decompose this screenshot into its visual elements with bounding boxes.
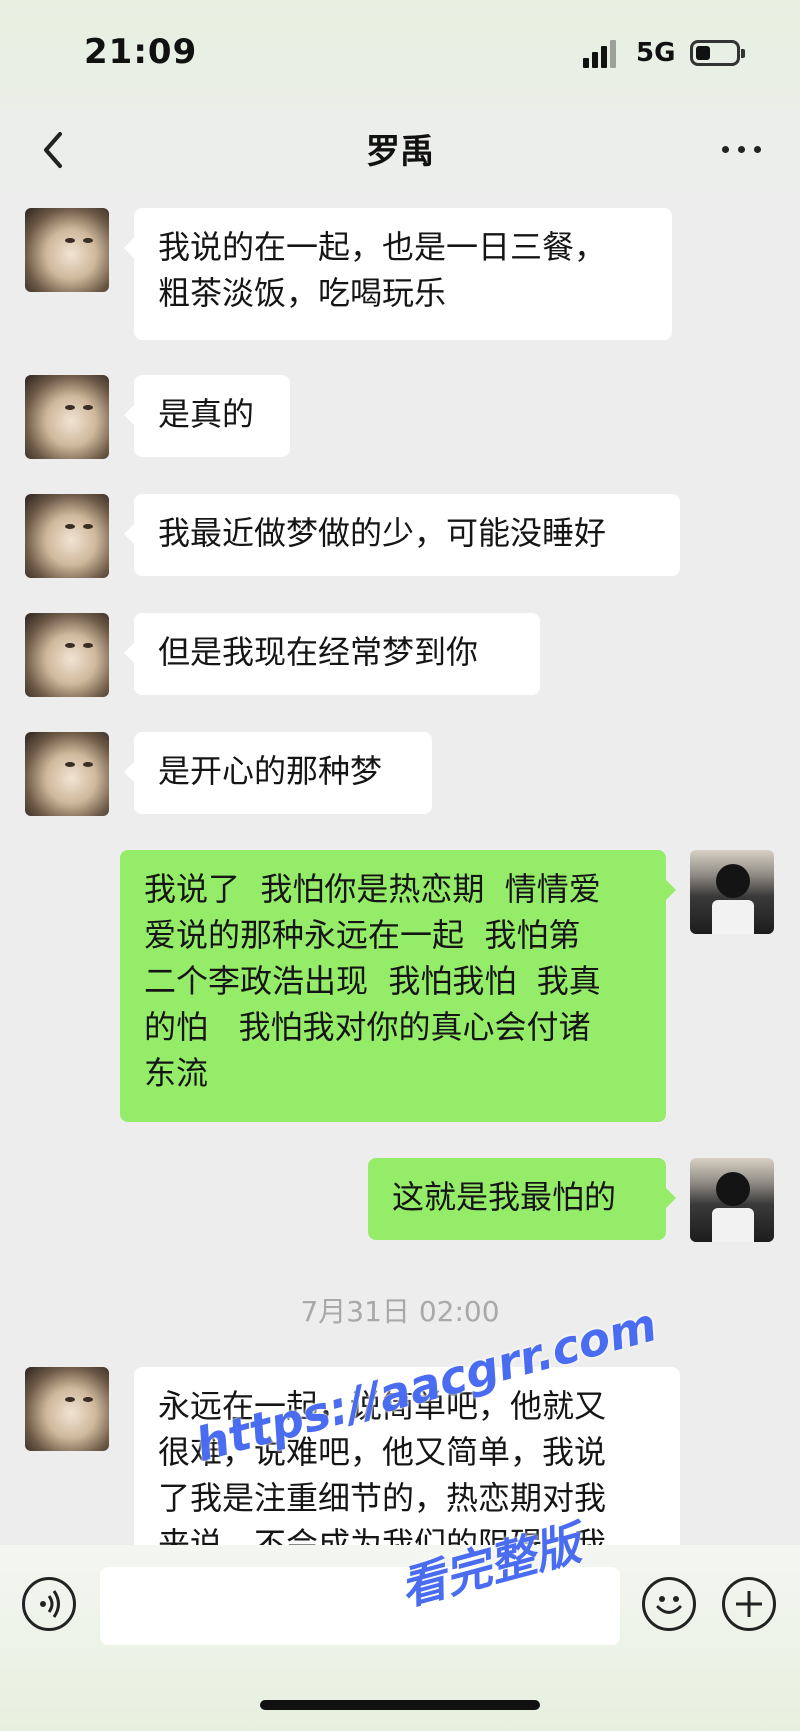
chat-title: 罗禹 — [366, 132, 434, 172]
message-bubble[interactable]: 我最近做梦做的少，可能没睡好 — [124, 494, 680, 576]
status-time: 21:09 — [84, 32, 198, 72]
contact-avatar[interactable] — [25, 1367, 109, 1451]
message-bubble[interactable]: 是开心的那种梦 — [124, 732, 432, 814]
contact-avatar[interactable] — [25, 732, 109, 816]
message-bubble[interactable]: 但是我现在经常梦到你 — [124, 613, 540, 695]
user-avatar[interactable] — [690, 850, 774, 934]
message-bubble[interactable]: 这就是我最怕的 — [368, 1158, 676, 1240]
contact-avatar[interactable] — [25, 494, 109, 578]
status-bar: 21:09 5G — [0, 0, 800, 110]
signal-icon — [583, 40, 619, 68]
message-bubble[interactable]: 我说了 我怕你是热恋期 情情爱 爱说的那种永远在一起 我怕第 二个李政浩出现 我… — [120, 850, 676, 1122]
network-label: 5G — [636, 38, 676, 68]
contact-avatar[interactable] — [25, 375, 109, 459]
user-avatar[interactable] — [690, 1158, 774, 1242]
battery-icon — [690, 40, 745, 66]
message-bubble[interactable]: 我说的在一起，也是一日三餐， 粗茶淡饭，吃喝玩乐 — [124, 208, 672, 340]
contact-avatar[interactable] — [25, 208, 109, 292]
message-bubble[interactable]: 是真的 — [124, 375, 290, 457]
more-dots-icon[interactable] — [718, 134, 766, 164]
voice-icon[interactable] — [22, 1577, 76, 1631]
home-indicator[interactable] — [260, 1700, 540, 1710]
message-timestamp: 7月31日 02:00 — [300, 1295, 500, 1328]
emoji-icon[interactable] — [642, 1577, 696, 1631]
plus-icon[interactable] — [722, 1577, 776, 1631]
chat-header: 罗禹 — [0, 110, 800, 190]
contact-avatar[interactable] — [25, 613, 109, 697]
